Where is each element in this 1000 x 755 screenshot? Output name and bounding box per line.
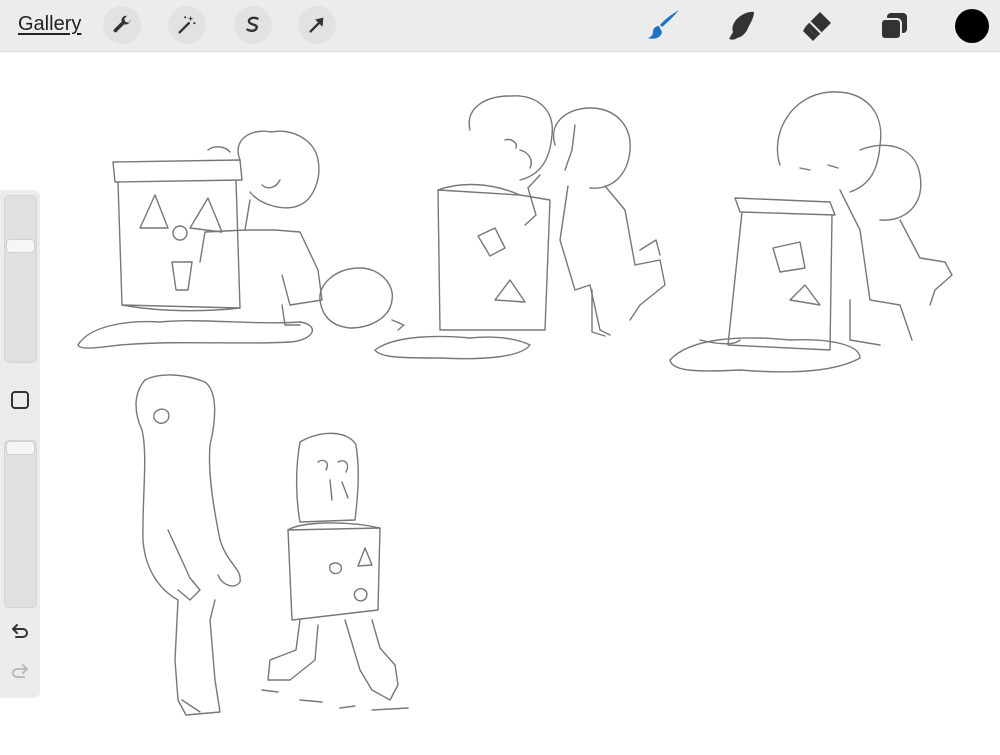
sketch-panel-5 — [261, 432, 409, 711]
sketch-artwork — [77, 91, 953, 716]
eraser-button[interactable] — [797, 6, 837, 46]
sketch-panel-1 — [77, 130, 405, 349]
sketch-panel-2 — [374, 95, 666, 360]
gallery-button[interactable]: Gallery — [18, 13, 81, 36]
magic-wand-icon — [178, 15, 196, 34]
sketch-panel-4 — [135, 374, 241, 716]
sketch-panel-3 — [669, 91, 953, 373]
adjustments-button[interactable] — [168, 6, 206, 44]
arrow-cursor-icon — [309, 17, 324, 33]
selection-button[interactable] — [234, 6, 272, 44]
transform-button[interactable] — [298, 6, 336, 44]
eraser-icon — [803, 12, 831, 41]
smudge-button[interactable] — [721, 6, 761, 46]
top-toolbar: Gallery — [0, 0, 1000, 52]
smudge-finger-icon — [729, 11, 754, 40]
layers-button[interactable] — [874, 6, 914, 46]
layers-icon — [880, 13, 907, 40]
wrench-icon — [113, 15, 132, 33]
drawing-canvas[interactable] — [0, 52, 1000, 750]
brush-icon — [648, 10, 679, 39]
actions-button[interactable] — [103, 6, 141, 44]
brush-button[interactable] — [644, 6, 684, 46]
selection-s-icon — [246, 16, 259, 32]
color-picker-swatch[interactable] — [955, 9, 989, 43]
